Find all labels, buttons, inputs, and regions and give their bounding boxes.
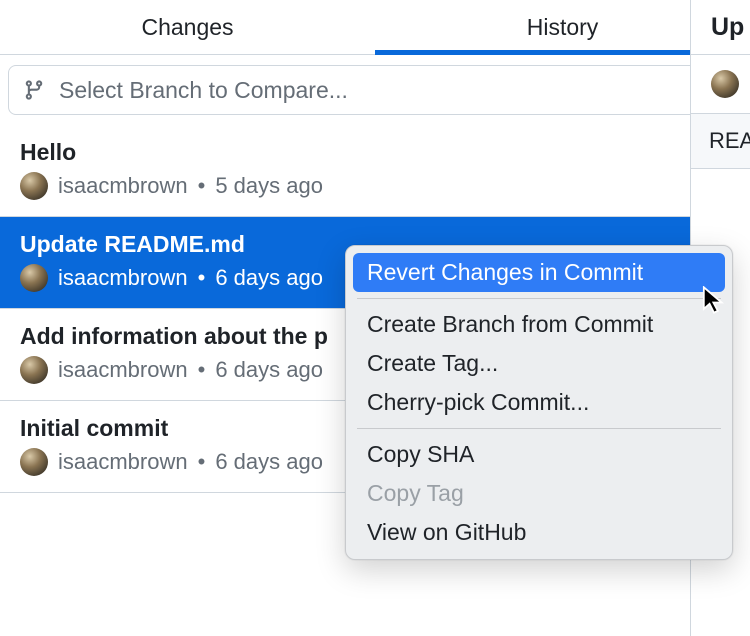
- commit-time: 5 days ago: [215, 173, 323, 199]
- detail-meta: [691, 55, 750, 114]
- tab-changes[interactable]: Changes: [0, 0, 375, 54]
- commit-author: isaacmbrown: [58, 265, 188, 291]
- separator-dot: •: [198, 449, 206, 475]
- commit-time: 6 days ago: [215, 449, 323, 475]
- commit-title: Hello: [20, 139, 730, 166]
- separator-dot: •: [198, 265, 206, 291]
- commit-author: isaacmbrown: [58, 357, 188, 383]
- commit-author: isaacmbrown: [58, 173, 188, 199]
- commit-time: 6 days ago: [215, 357, 323, 383]
- avatar: [20, 448, 48, 476]
- commit-meta: isaacmbrown • 5 days ago: [20, 172, 730, 200]
- branch-compare-placeholder: Select Branch to Compare...: [59, 77, 348, 104]
- menu-create-branch[interactable]: Create Branch from Commit: [353, 305, 725, 344]
- avatar: [20, 356, 48, 384]
- avatar: [20, 172, 48, 200]
- tabs-bar: Changes History: [0, 0, 750, 55]
- commit-author: isaacmbrown: [58, 449, 188, 475]
- commit-item[interactable]: Hello isaacmbrown • 5 days ago: [0, 125, 750, 217]
- detail-file[interactable]: REA: [691, 114, 750, 169]
- separator-dot: •: [198, 357, 206, 383]
- separator-dot: •: [198, 173, 206, 199]
- context-menu: Revert Changes in Commit Create Branch f…: [345, 245, 733, 560]
- menu-copy-sha[interactable]: Copy SHA: [353, 435, 725, 474]
- avatar: [20, 264, 48, 292]
- git-branch-icon: [23, 78, 45, 102]
- menu-view-on-github[interactable]: View on GitHub: [353, 513, 725, 552]
- branch-compare-selector[interactable]: Select Branch to Compare...: [8, 65, 742, 115]
- avatar: [711, 70, 739, 98]
- menu-copy-tag: Copy Tag: [353, 474, 725, 513]
- commit-time: 6 days ago: [215, 265, 323, 291]
- menu-cherry-pick[interactable]: Cherry-pick Commit...: [353, 383, 725, 422]
- menu-revert-changes[interactable]: Revert Changes in Commit: [353, 253, 725, 292]
- menu-separator: [357, 428, 721, 429]
- detail-title: Up: [691, 0, 750, 55]
- menu-create-tag[interactable]: Create Tag...: [353, 344, 725, 383]
- menu-separator: [357, 298, 721, 299]
